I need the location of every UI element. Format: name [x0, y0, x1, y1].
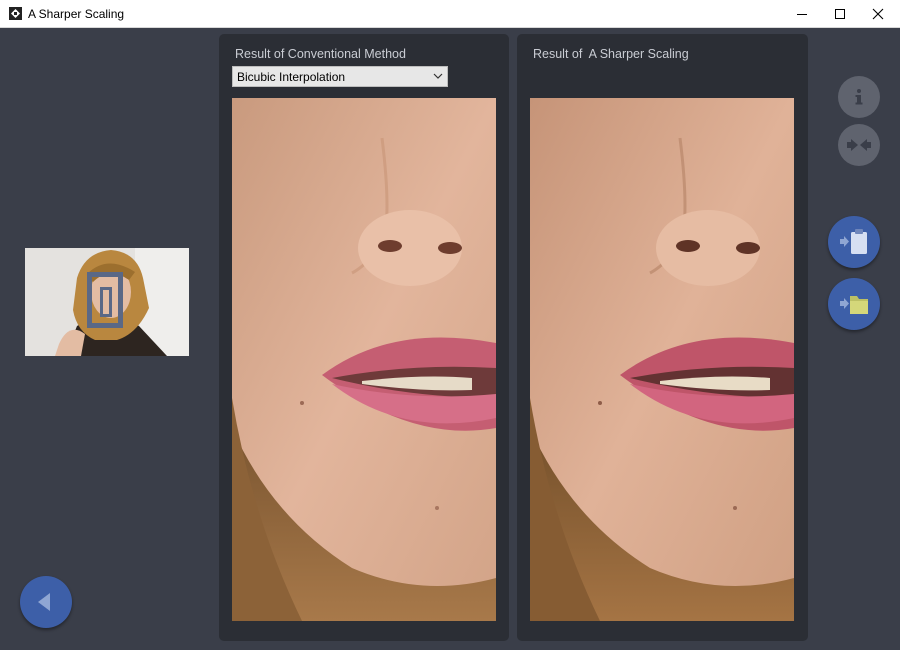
conventional-result-image: [232, 98, 496, 621]
sharper-result-panel: Result of A Sharper Scaling: [517, 34, 808, 641]
paste-from-clipboard-button[interactable]: [828, 216, 880, 268]
source-thumbnail[interactable]: [25, 248, 189, 356]
paste-clipboard-icon: [840, 229, 867, 254]
back-arrow-icon: [38, 593, 50, 611]
app-icon: [9, 7, 22, 20]
face-closeup-sharpened-image: [530, 98, 794, 621]
conventional-panel-title: Result of Conventional Method: [235, 47, 406, 61]
face-closeup-image: [232, 98, 496, 621]
close-button[interactable]: [856, 0, 900, 27]
open-file-button[interactable]: [828, 278, 880, 330]
sharper-result-image: [530, 98, 794, 621]
compare-icon: [847, 139, 871, 151]
minimize-icon: [797, 13, 807, 15]
close-icon: [872, 8, 884, 19]
sharper-panel-title: Result of A Sharper Scaling: [533, 47, 689, 61]
maximize-icon: [835, 8, 845, 19]
source-panel: [0, 28, 217, 650]
zoom-region-selector[interactable]: [87, 272, 123, 328]
interpolation-method-select[interactable]: Bicubic Interpolation: [232, 66, 448, 87]
info-button[interactable]: [838, 76, 880, 118]
compare-button[interactable]: [838, 124, 880, 166]
title-bar: A Sharper Scaling: [0, 0, 900, 28]
conventional-result-panel: Result of Conventional Method Bicubic In…: [219, 34, 509, 641]
app-client-area: Result of Conventional Method Bicubic In…: [0, 28, 900, 650]
window-title: A Sharper Scaling: [28, 7, 125, 21]
zoom-region-inner: [100, 287, 112, 317]
back-button[interactable]: [20, 576, 72, 628]
interpolation-method-value: Bicubic Interpolation: [237, 70, 346, 84]
open-folder-icon: [840, 296, 868, 314]
chevron-down-icon: [433, 73, 443, 79]
info-icon: [855, 89, 863, 105]
